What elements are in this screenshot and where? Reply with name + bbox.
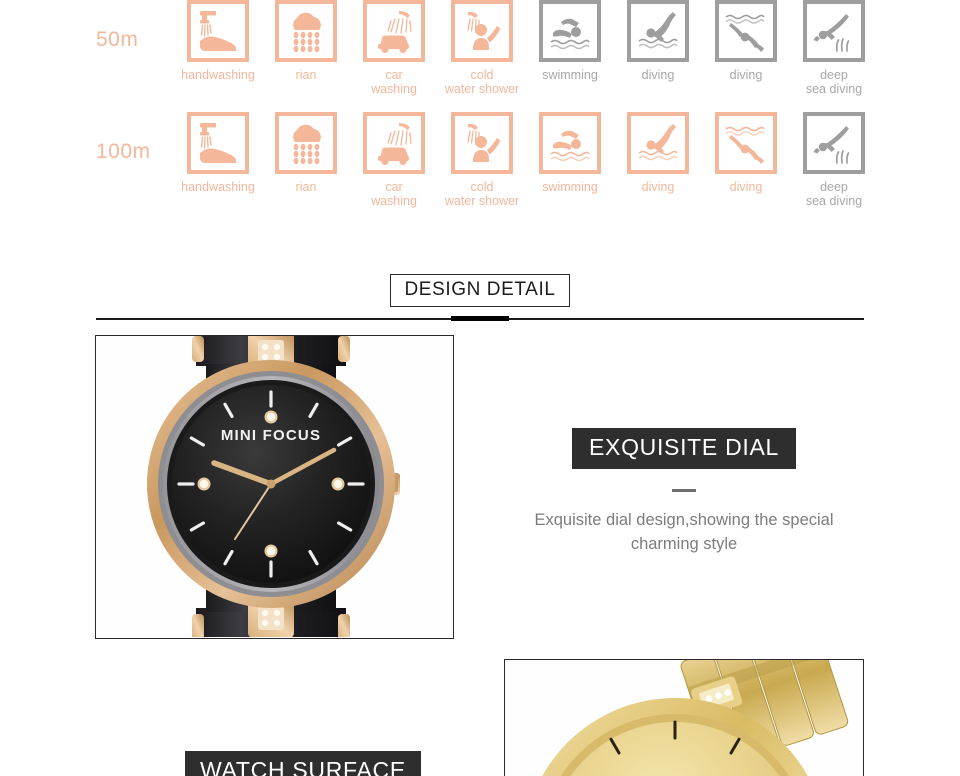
water-resistance-row: 50m handwashing rian car washing cold wa… <box>0 0 960 112</box>
feature-description: Exquisite dial design,showing the specia… <box>534 511 834 553</box>
activity-label: deep sea diving <box>805 68 863 96</box>
activity-label: car washing <box>371 180 417 208</box>
rain-cloud-icon <box>275 112 337 174</box>
handwashing-icon <box>187 112 249 174</box>
activity-cell: diving <box>702 0 790 83</box>
activity-label: diving <box>641 180 675 194</box>
handwashing-icon <box>187 0 249 62</box>
activity-label: swimming <box>542 68 598 82</box>
scuba-diving-icon <box>803 0 865 62</box>
watch-black-illustration: MINI FOCUS <box>147 336 400 637</box>
activity-label: handwashing <box>181 68 255 82</box>
activity-cell: handwashing <box>174 0 262 83</box>
section-divider <box>96 316 864 322</box>
activity-cell: rian <box>262 0 350 83</box>
watch-gold-illustration: MINI FOCUS <box>542 660 849 776</box>
activity-cell: deep sea diving <box>790 0 878 96</box>
watch-photo-black-ceramic[interactable]: MINI FOCUS <box>95 335 454 639</box>
diving-icon <box>627 0 689 62</box>
rain-cloud-icon <box>275 0 337 62</box>
activity-label: diving <box>729 68 763 82</box>
page-title: DESIGN DETAIL <box>390 274 570 307</box>
feature-badge-label: EXQUISITE DIAL <box>571 428 796 469</box>
activity-cell: car washing <box>350 0 438 96</box>
feature-exquisite-dial: EXQUISITE DIAL Exquisite dial design,sho… <box>508 428 860 556</box>
activity-cell: cold water shower <box>438 0 526 96</box>
diving-icon <box>627 112 689 174</box>
product-detail-page: 30m handwashing <box>0 0 960 776</box>
cold-shower-icon <box>451 0 513 62</box>
car-washing-icon <box>363 0 425 62</box>
water-resistance-chart: 30m handwashing <box>0 0 960 224</box>
watch-photo-gold[interactable]: MINI FOCUS <box>504 659 864 776</box>
activity-label: diving <box>729 180 763 194</box>
depth-rating-label: 50m <box>96 28 139 51</box>
scuba-diving-icon <box>803 112 865 174</box>
activity-label: rian <box>295 180 317 194</box>
activity-label: deep sea diving <box>805 180 863 208</box>
activity-cell: car washing <box>350 112 438 208</box>
activity-cell: diving <box>614 112 702 195</box>
swimming-icon <box>539 112 601 174</box>
activity-label: cold water shower <box>444 180 520 208</box>
activity-label: swimming <box>542 180 598 194</box>
activity-cell: cold water shower <box>438 112 526 208</box>
swimming-icon <box>539 0 601 62</box>
activity-label: diving <box>641 68 675 82</box>
activity-label: handwashing <box>181 180 255 194</box>
deep-diving-icon <box>715 0 777 62</box>
depth-rating-label: 100m <box>96 140 151 163</box>
activity-label: cold water shower <box>444 68 520 96</box>
activity-cell: handwashing <box>174 112 262 195</box>
watch-brand-text: MINI FOCUS <box>221 427 321 444</box>
activity-cell: swimming <box>526 0 614 83</box>
activity-cell: deep sea diving <box>790 112 878 208</box>
activity-label: car washing <box>371 68 417 96</box>
car-washing-icon <box>363 112 425 174</box>
divider-accent <box>451 316 509 321</box>
watch-surface-badge: WATCH SURFACE <box>185 751 421 776</box>
activity-label: rian <box>295 68 317 82</box>
activity-cell: diving <box>702 112 790 195</box>
design-detail-header: DESIGN DETAIL <box>0 274 960 307</box>
activity-cell: swimming <box>526 112 614 195</box>
feature-divider <box>672 489 696 492</box>
cold-shower-icon <box>451 112 513 174</box>
activity-cell: rian <box>262 112 350 195</box>
water-resistance-row: 100m handwashing rian car washing cold w… <box>0 112 960 224</box>
deep-diving-icon <box>715 112 777 174</box>
activity-cell: diving <box>614 0 702 83</box>
